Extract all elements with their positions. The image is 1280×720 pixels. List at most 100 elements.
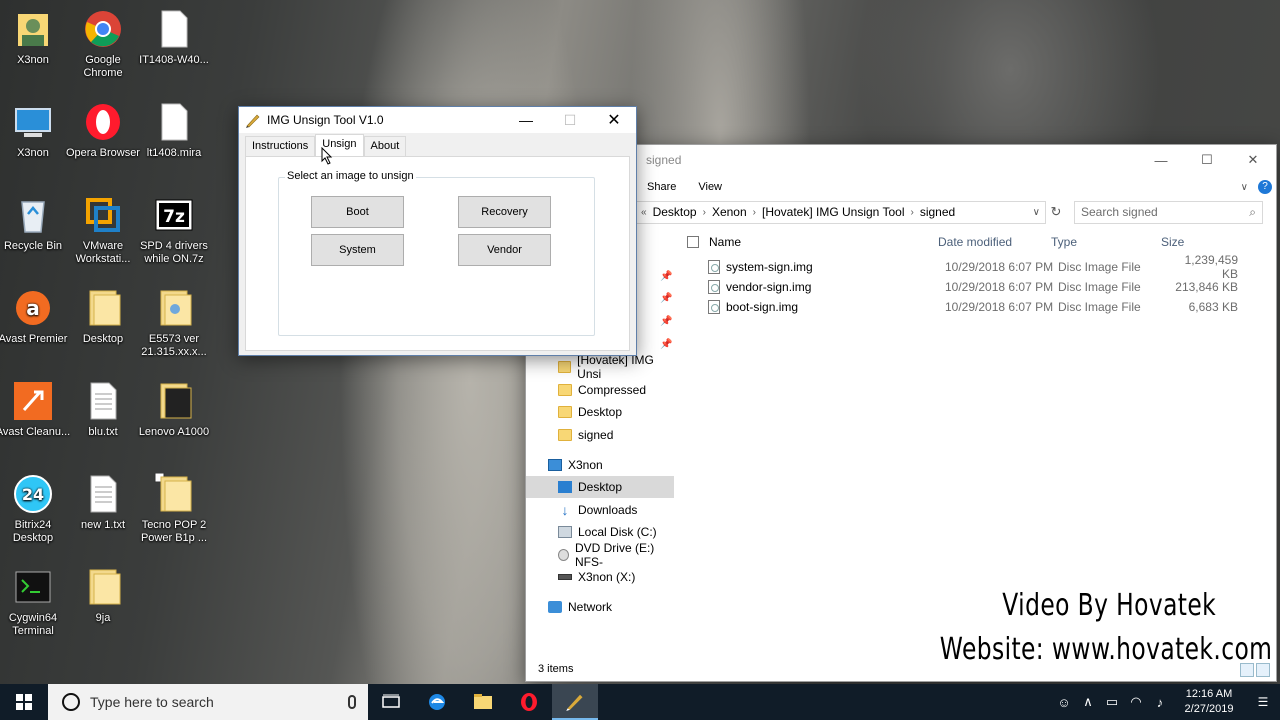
- breadcrumb-signed[interactable]: signed: [914, 205, 961, 219]
- drive-icon: [558, 526, 572, 538]
- file-row[interactable]: vendor-sign.img 10/29/2018 6:07 PM Disc …: [676, 277, 1276, 297]
- desktop-icon-opera[interactable]: Opera Browser: [65, 101, 141, 160]
- ribbon-tab-view[interactable]: View: [687, 181, 733, 193]
- nav-item-label: Network: [568, 600, 613, 614]
- system-button[interactable]: System: [311, 234, 404, 266]
- opera-taskbar-button[interactable]: [506, 684, 552, 720]
- desktop-icon-chrome[interactable]: Google Chrome: [65, 8, 141, 80]
- this-pc-icon: [548, 459, 562, 471]
- desktop-icon-it1408[interactable]: IT1408-W40...: [136, 8, 212, 67]
- nav-item-signed[interactable]: signed: [526, 424, 674, 446]
- clock[interactable]: 12:16 AM 2/27/2019: [1172, 687, 1246, 717]
- desktop-icon-lenovo-a1000[interactable]: Lenovo A1000: [136, 380, 212, 439]
- recovery-button[interactable]: Recovery: [458, 196, 551, 228]
- column-size[interactable]: Size: [1161, 235, 1184, 249]
- people-icon[interactable]: ☺: [1052, 695, 1076, 710]
- minimize-button[interactable]: —: [1138, 145, 1184, 175]
- nav-item-desktop[interactable]: Desktop: [526, 476, 674, 498]
- edge-taskbar-button[interactable]: [414, 684, 460, 720]
- vendor-button[interactable]: Vendor: [458, 234, 551, 266]
- desktop-icon-vmware[interactable]: VMware Workstati...: [65, 194, 141, 266]
- wifi-icon[interactable]: ◠: [1124, 694, 1148, 710]
- taskbar-search-placeholder: Type here to search: [90, 694, 214, 710]
- refresh-icon[interactable]: ↻: [1046, 204, 1066, 220]
- tab-instructions[interactable]: Instructions: [245, 136, 316, 156]
- system-tray: ☺ ∧ ▭ ◠ ♪ 12:16 AM 2/27/2019 ☰: [1052, 684, 1280, 720]
- explorer-titlebar[interactable]: signed — ☐ ✕: [526, 145, 1276, 175]
- address-bar[interactable]: « Desktop › Xenon › [Hovatek] IMG Unsign…: [636, 200, 1046, 224]
- chevron-up-icon[interactable]: ∧: [1076, 694, 1100, 710]
- desktop-icon-recycle-bin[interactable]: Recycle Bin: [0, 194, 71, 253]
- status-bar-item-count: 3 items: [538, 663, 574, 675]
- taskbar: Type here to search ☺ ∧ ▭ ◠ ♪ 12:16 AM 2…: [0, 684, 1280, 720]
- nav-item-downloads[interactable]: ↓ Downloads: [526, 499, 674, 521]
- search-box[interactable]: Search signed ⌕: [1074, 200, 1263, 224]
- close-button[interactable]: ✕: [592, 107, 636, 133]
- column-date[interactable]: Date modified: [938, 235, 1051, 249]
- start-button[interactable]: [0, 684, 48, 720]
- taskbar-search[interactable]: Type here to search: [48, 684, 368, 720]
- desktop-icon-9ja[interactable]: 9ja: [65, 566, 141, 625]
- chevron-down-icon[interactable]: ∨: [1241, 182, 1248, 193]
- notification-icon[interactable]: ☰: [1246, 695, 1280, 709]
- dvd-icon: [558, 549, 569, 561]
- network-icon: [548, 601, 562, 613]
- file-size: 6,683 KB: [1188, 300, 1238, 314]
- pen-icon: [246, 114, 260, 128]
- maximize-button[interactable]: ☐: [548, 107, 592, 133]
- nav-item-local-disk[interactable]: Local Disk (C:): [526, 521, 674, 543]
- desktop-icon-avast-cleanup[interactable]: Avast Cleanu...: [0, 380, 71, 439]
- minimize-button[interactable]: —: [504, 107, 548, 133]
- breadcrumb-overflow-icon[interactable]: «: [637, 207, 647, 218]
- desktop-icon-lt1408-mira[interactable]: lt1408.mira: [136, 101, 212, 160]
- column-type[interactable]: Type: [1051, 235, 1161, 249]
- help-icon[interactable]: ?: [1258, 180, 1272, 194]
- desktop-icon-e5573[interactable]: E5573 ver 21.315.xx.x...: [136, 287, 212, 359]
- battery-icon[interactable]: ▭: [1100, 694, 1124, 710]
- desktop-icon-desktop-folder[interactable]: Desktop: [65, 287, 141, 346]
- desktop-icon-blu-txt[interactable]: blu.txt: [65, 380, 141, 439]
- tab-about[interactable]: About: [363, 136, 407, 156]
- nav-item-dvd[interactable]: DVD Drive (E:) NFS-: [526, 541, 674, 569]
- disc-image-icon: [708, 280, 720, 294]
- svg-text:7z: 7z: [163, 207, 185, 227]
- select-all-checkbox[interactable]: [687, 236, 699, 248]
- img-unsign-tool-taskbar-button[interactable]: [552, 684, 598, 720]
- desktop-icon-cygwin[interactable]: Cygwin64 Terminal: [0, 566, 71, 638]
- breadcrumb-xenon[interactable]: Xenon: [706, 205, 753, 219]
- breadcrumb-desktop[interactable]: Desktop: [647, 205, 703, 219]
- maximize-button[interactable]: ☐: [1184, 145, 1230, 175]
- tool-titlebar[interactable]: IMG Unsign Tool V1.0 — ☐ ✕: [239, 107, 636, 133]
- nav-item-compressed[interactable]: Compressed: [526, 379, 674, 401]
- address-dropdown-icon[interactable]: ∨: [1028, 207, 1045, 218]
- file-explorer-taskbar-button[interactable]: [460, 684, 506, 720]
- volume-icon[interactable]: ♪: [1148, 695, 1172, 710]
- desktop-icon-bitrix24[interactable]: 24 Bitrix24 Desktop: [0, 473, 71, 545]
- desktop-icon-new1-txt[interactable]: new 1.txt: [65, 473, 141, 532]
- boot-button[interactable]: Boot: [311, 196, 404, 228]
- desktop-icon-this-pc[interactable]: X3non: [0, 101, 71, 160]
- nav-item-label: signed: [578, 428, 614, 442]
- file-row[interactable]: system-sign.img 10/29/2018 6:07 PM Disc …: [676, 253, 1276, 281]
- nav-item-network[interactable]: Network: [526, 596, 674, 618]
- nav-item-x-drive[interactable]: X3non (X:): [526, 566, 674, 588]
- desktop-icon-user[interactable]: X3non: [0, 8, 71, 67]
- file-type: Disc Image File: [1058, 300, 1141, 314]
- task-view-button[interactable]: [368, 684, 414, 720]
- breadcrumb-tool[interactable]: [Hovatek] IMG Unsign Tool: [756, 205, 911, 219]
- desktop-icon-tecno-pop2[interactable]: Tecno POP 2 Power B1p ...: [136, 473, 212, 545]
- file-row[interactable]: boot-sign.img 10/29/2018 6:07 PM Disc Im…: [676, 297, 1276, 317]
- ribbon-tab-share[interactable]: Share: [636, 181, 687, 193]
- bitrix24-icon: 24: [14, 475, 52, 513]
- nav-item-hovatek[interactable]: [Hovatek] IMG Unsi: [526, 353, 674, 381]
- file-name: boot-sign.img: [726, 300, 799, 314]
- nav-item-label: Compressed: [578, 383, 647, 397]
- nav-item-desktop-quick[interactable]: Desktop: [526, 401, 674, 423]
- nav-item-this-pc[interactable]: X3non: [526, 454, 674, 476]
- desktop-icon-spd-7z[interactable]: 7z SPD 4 drivers while ON.7z: [136, 194, 212, 266]
- desktop-icon-avast-premier[interactable]: a Avast Premier: [0, 287, 71, 346]
- close-button[interactable]: ✕: [1230, 145, 1276, 175]
- column-name[interactable]: Name: [709, 235, 938, 249]
- folder-icon: [160, 290, 192, 326]
- microphone-icon[interactable]: [348, 695, 356, 709]
